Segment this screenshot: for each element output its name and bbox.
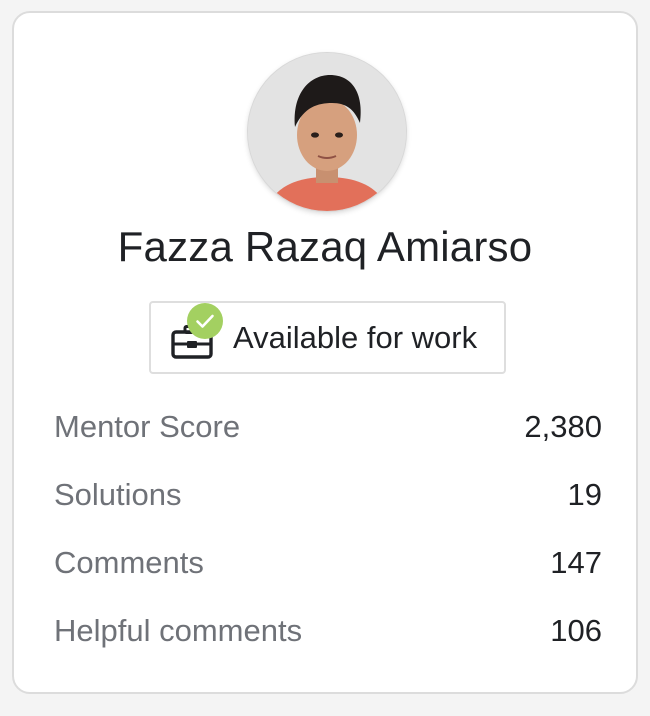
stat-row-comments: Comments 147 bbox=[54, 529, 602, 597]
stat-row-solutions: Solutions 19 bbox=[54, 461, 602, 529]
stat-label: Helpful comments bbox=[54, 613, 303, 648]
check-icon bbox=[187, 303, 223, 339]
stat-row-helpful-comments: Helpful comments 106 bbox=[54, 597, 602, 665]
stat-value: 19 bbox=[567, 477, 602, 512]
stat-label: Comments bbox=[54, 545, 204, 580]
profile-card: Fazza Razaq Amiarso Available for work M… bbox=[12, 11, 638, 694]
status-label: Available for work bbox=[233, 320, 478, 355]
stat-value: 2,380 bbox=[524, 409, 602, 444]
avatar-photo bbox=[248, 53, 406, 211]
available-for-work-button[interactable]: Available for work bbox=[149, 301, 506, 374]
stats-list: Mentor Score 2,380 Solutions 19 Comments… bbox=[54, 393, 602, 665]
avatar[interactable] bbox=[248, 53, 406, 211]
stat-row-mentor-score: Mentor Score 2,380 bbox=[54, 393, 602, 461]
stat-label: Solutions bbox=[54, 477, 182, 512]
profile-name: Fazza Razaq Amiarso bbox=[117, 223, 533, 270]
stat-value: 106 bbox=[550, 613, 602, 648]
stat-label: Mentor Score bbox=[54, 409, 241, 444]
stat-value: 147 bbox=[550, 545, 602, 580]
